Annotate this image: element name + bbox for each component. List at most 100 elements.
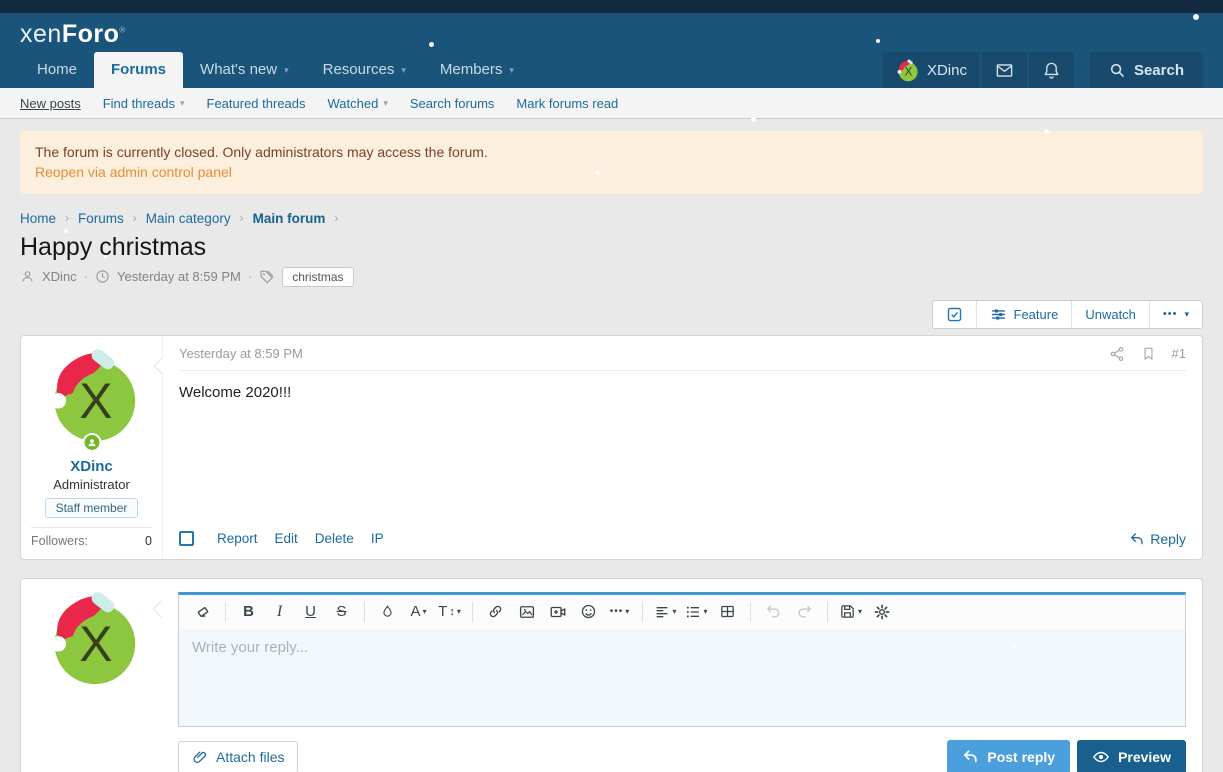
tab-whats-new[interactable]: What's new▾ bbox=[183, 52, 306, 88]
editor-settings-button[interactable] bbox=[866, 598, 897, 626]
thread-author-link[interactable]: XDinc bbox=[42, 269, 77, 284]
post-author-cell: X XDinc Administrator Staff member Follo… bbox=[21, 336, 162, 559]
unwatch-button[interactable]: Unwatch bbox=[1071, 301, 1149, 328]
crumb-main-forum[interactable]: Main forum bbox=[253, 211, 326, 226]
post-number-link[interactable]: #1 bbox=[1172, 346, 1186, 361]
ellipsis-icon: ••• bbox=[610, 606, 624, 617]
tags-icon bbox=[259, 269, 275, 285]
crumb-home[interactable]: Home bbox=[20, 211, 56, 226]
sub-navigation: New posts Find threads▾ Featured threads… bbox=[0, 88, 1223, 119]
list-button[interactable]: ▾ bbox=[681, 598, 712, 626]
svg-text:X: X bbox=[905, 66, 913, 78]
tab-resources[interactable]: Resources▾ bbox=[306, 52, 423, 88]
sliders-icon bbox=[990, 306, 1007, 323]
post-author-name[interactable]: XDinc bbox=[31, 458, 152, 475]
remove-format-button[interactable] bbox=[187, 598, 218, 626]
avatar[interactable]: X bbox=[44, 590, 140, 686]
page-header: xenForo® Home Forums What's new▾ Resourc… bbox=[0, 13, 1223, 88]
redo-button[interactable] bbox=[789, 598, 820, 626]
bold-button[interactable]: B bbox=[233, 598, 264, 626]
xenforo-logo[interactable]: xenForo® bbox=[20, 20, 126, 49]
notice-text: The forum is currently closed. Only admi… bbox=[35, 142, 1188, 162]
online-indicator-icon bbox=[82, 433, 101, 452]
tab-forums[interactable]: Forums bbox=[94, 52, 183, 88]
ip-link[interactable]: IP bbox=[371, 531, 384, 546]
chevron-down-icon: ▾ bbox=[1184, 309, 1189, 320]
floppy-disk-icon bbox=[839, 603, 856, 620]
link-icon bbox=[487, 603, 504, 620]
forum-closed-notice: The forum is currently closed. Only admi… bbox=[20, 131, 1203, 194]
subnav-new-posts[interactable]: New posts bbox=[20, 96, 81, 111]
main-nav: Home Forums What's new▾ Resources▾ Membe… bbox=[20, 52, 531, 88]
post-select-checkbox[interactable] bbox=[179, 531, 194, 546]
delete-link[interactable]: Delete bbox=[315, 531, 354, 546]
tab-home[interactable]: Home bbox=[20, 52, 94, 88]
top-strip bbox=[0, 0, 1223, 13]
followers-label: Followers: bbox=[31, 534, 88, 548]
post-body: Welcome 2020!!! bbox=[179, 371, 1186, 523]
font-size-button[interactable]: T↕▾ bbox=[434, 598, 465, 626]
reopen-admin-link[interactable]: Reopen via admin control panel bbox=[35, 164, 232, 180]
staff-member-banner: Staff member bbox=[45, 498, 139, 518]
italic-button[interactable]: I bbox=[264, 598, 295, 626]
edit-link[interactable]: Edit bbox=[275, 531, 298, 546]
insert-media-button[interactable] bbox=[542, 598, 573, 626]
more-format-button[interactable]: •••▾ bbox=[604, 598, 635, 626]
reply-link[interactable]: Reply bbox=[1129, 531, 1186, 547]
chevron-down-icon: ▾ bbox=[509, 52, 514, 88]
smilies-button[interactable] bbox=[573, 598, 604, 626]
bell-icon bbox=[1042, 61, 1061, 80]
search-button[interactable]: Search bbox=[1090, 52, 1203, 88]
preview-button[interactable]: Preview bbox=[1077, 740, 1186, 772]
tag-christmas[interactable]: christmas bbox=[282, 267, 353, 287]
followers-count: 0 bbox=[145, 534, 152, 548]
avatar[interactable]: X bbox=[44, 347, 140, 443]
reply-textarea[interactable]: Write your reply... bbox=[179, 629, 1185, 726]
smiley-icon bbox=[580, 603, 597, 620]
report-link[interactable]: Report bbox=[217, 531, 258, 546]
inbox-button[interactable] bbox=[982, 52, 1027, 88]
subnav-search-forums[interactable]: Search forums bbox=[410, 96, 495, 111]
post-reply-button[interactable]: Post reply bbox=[947, 740, 1070, 772]
attach-files-button[interactable]: Attach files bbox=[178, 741, 298, 772]
chevron-down-icon: ▾ bbox=[383, 98, 388, 109]
table-icon bbox=[719, 603, 736, 620]
account-button[interactable]: X XDinc bbox=[883, 52, 980, 88]
feature-button[interactable]: Feature bbox=[976, 301, 1072, 328]
editor-toolbar: B I U S A▾ T↕▾ bbox=[179, 595, 1185, 629]
insert-image-button[interactable] bbox=[511, 598, 542, 626]
alignment-button[interactable]: ▾ bbox=[650, 598, 681, 626]
thread-title: Happy christmas bbox=[20, 233, 1203, 262]
ellipsis-icon: ••• bbox=[1163, 308, 1178, 320]
crumb-forums[interactable]: Forums bbox=[78, 211, 124, 226]
insert-link-button[interactable] bbox=[480, 598, 511, 626]
post-content-cell: Yesterday at 8:59 PM #1 Welcome 2020!!! … bbox=[162, 336, 1202, 559]
drafts-button[interactable]: ▾ bbox=[835, 598, 866, 626]
alerts-button[interactable] bbox=[1029, 52, 1074, 88]
undo-button[interactable] bbox=[758, 598, 789, 626]
insert-table-button[interactable] bbox=[712, 598, 743, 626]
image-icon bbox=[518, 603, 536, 621]
post-date-link[interactable]: Yesterday at 8:59 PM bbox=[179, 346, 303, 361]
strikethrough-button[interactable]: S bbox=[326, 598, 357, 626]
video-plus-icon bbox=[549, 603, 567, 621]
chevron-down-icon: ▾ bbox=[672, 607, 676, 616]
reply-arrow-icon bbox=[962, 748, 979, 765]
share-icon[interactable] bbox=[1109, 346, 1125, 362]
subnav-find-threads[interactable]: Find threads▾ bbox=[103, 96, 185, 111]
underline-button[interactable]: U bbox=[295, 598, 326, 626]
account-name: XDinc bbox=[927, 62, 967, 79]
tab-members[interactable]: Members▾ bbox=[423, 52, 531, 88]
subnav-watched[interactable]: Watched▾ bbox=[328, 96, 388, 111]
bookmark-icon[interactable] bbox=[1141, 346, 1156, 361]
subnav-featured-threads[interactable]: Featured threads bbox=[207, 96, 306, 111]
crumb-main-category[interactable]: Main category bbox=[146, 211, 231, 226]
droplet-icon bbox=[380, 604, 395, 619]
subnav-mark-forums-read[interactable]: Mark forums read bbox=[516, 96, 618, 111]
text-color-button[interactable] bbox=[372, 598, 403, 626]
more-options-button[interactable]: ••• ▾ bbox=[1149, 301, 1202, 328]
select-thread-button[interactable] bbox=[933, 301, 976, 328]
font-family-button[interactable]: A▾ bbox=[403, 598, 434, 626]
thread-date-link[interactable]: Yesterday at 8:59 PM bbox=[117, 269, 241, 284]
thread-meta: XDinc · Yesterday at 8:59 PM · christmas bbox=[20, 267, 1203, 287]
